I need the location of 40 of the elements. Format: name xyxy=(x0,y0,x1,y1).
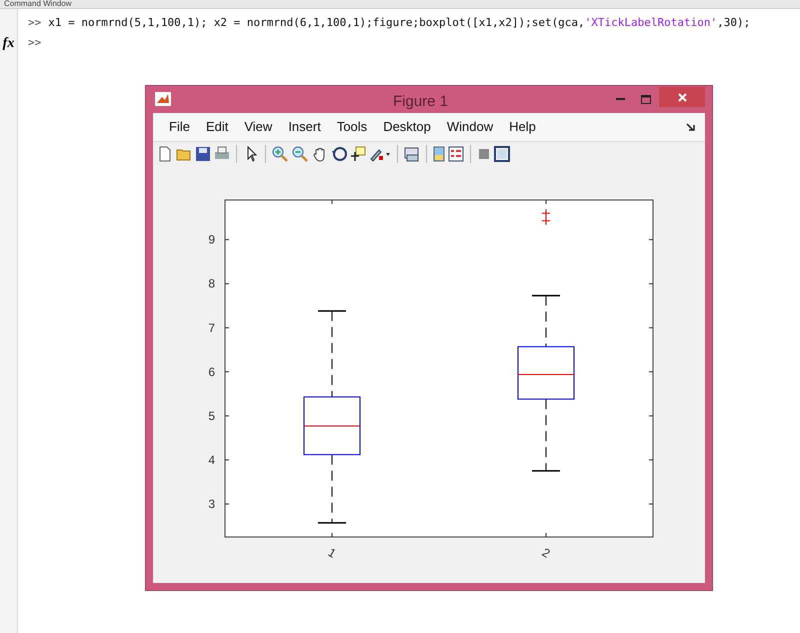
y-tick-label: 4 xyxy=(208,452,215,467)
y-tick-label: 9 xyxy=(208,232,215,247)
dock-arrow-icon[interactable] xyxy=(686,122,695,132)
app-logo-icon xyxy=(155,92,171,106)
command-text: x1 = normrnd(5,1,100,1); x2 = normrnd(6,1,100,1);figure;boxplot([x1,x2]);set(gca,'XTickLabelRotation',30); xyxy=(48,15,750,31)
menu-item[interactable]: Edit xyxy=(198,117,236,137)
window-title: Figure 1 xyxy=(393,92,448,112)
save-icon[interactable] xyxy=(195,146,211,162)
data-cursor-icon[interactable] xyxy=(350,146,366,162)
menu-item[interactable]: Help xyxy=(501,117,544,137)
y-tick-label: 5 xyxy=(208,408,215,423)
function-browser-button[interactable]: fx xyxy=(2,33,14,54)
y-tick-label: 8 xyxy=(208,276,215,291)
close-icon xyxy=(678,92,686,102)
maximize-icon xyxy=(641,94,651,104)
y-tick-label: 3 xyxy=(208,496,215,511)
command-prompt: >> xyxy=(28,35,42,51)
minimize-icon xyxy=(616,98,624,101)
rotate-icon[interactable] xyxy=(331,146,347,162)
link-plot-icon[interactable] xyxy=(404,146,420,162)
menu-item[interactable]: View xyxy=(236,117,280,137)
menu-item[interactable]: Desktop xyxy=(375,117,439,137)
close-button[interactable] xyxy=(659,87,705,108)
x-tick-label: 1 xyxy=(326,545,338,561)
colorbar-icon[interactable] xyxy=(433,146,445,162)
menu-item[interactable]: Window xyxy=(438,117,502,137)
menu-item[interactable]: Tools xyxy=(328,117,376,137)
y-tick-label: 7 xyxy=(208,320,215,335)
menu-item[interactable]: File xyxy=(161,117,198,137)
new-file-icon[interactable] xyxy=(157,146,173,162)
y-tick-label: 6 xyxy=(208,364,215,379)
command-prompt: >> xyxy=(28,15,42,31)
plot-window-icon[interactable] xyxy=(494,146,510,162)
print-icon[interactable] xyxy=(214,146,230,162)
panel-title: Command Window xyxy=(4,0,72,8)
zoom-in-icon[interactable] xyxy=(272,146,289,162)
x-tick-label: 2 xyxy=(540,545,552,561)
legend-icon[interactable] xyxy=(448,146,464,162)
zoom-out-icon[interactable] xyxy=(292,146,309,162)
menu-item[interactable]: Insert xyxy=(280,117,329,137)
